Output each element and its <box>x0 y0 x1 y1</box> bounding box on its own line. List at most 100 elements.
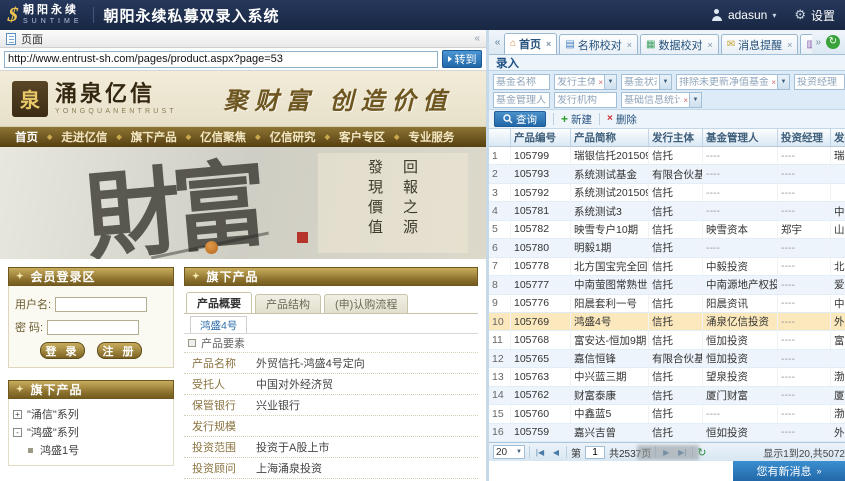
table-row[interactable]: 11105768富安达-恒加9期信托恒加投资----富安 <box>489 331 845 349</box>
site-nav-item[interactable]: 亿信研究 <box>261 129 325 145</box>
site-nav-item[interactable]: 客户专区 <box>330 129 394 145</box>
table-row[interactable]: 4105781系统测试3信托--------中融 <box>489 202 845 220</box>
table-row[interactable]: 1105799瑞银信托20150910信托--------瑞银 <box>489 147 845 165</box>
table-row[interactable]: 7105778北方国宝完全回报信托中毅投资----北方 <box>489 258 845 276</box>
user-menu[interactable]: adasun ▾ <box>711 8 776 22</box>
table-row[interactable]: 13105763中兴蓝三期信托望泉投资----渤海 <box>489 368 845 386</box>
table-cell: ---- <box>778 239 831 256</box>
product-section-label: 产品要素 <box>201 335 245 351</box>
tab-close-icon[interactable]: × <box>787 40 792 50</box>
dropdown-arrow-icon[interactable]: ▼ <box>604 75 616 89</box>
dropdown-arrow-icon: ▼ <box>516 449 522 455</box>
table-row[interactable]: 12105765嘉信恒锋有限合伙基金恒加投资---- <box>489 350 845 368</box>
embedded-website: 泉 涌泉亿信 YONGQUANENTRUST 聚财富 创造价值 首页◆走进亿信◆… <box>0 71 486 481</box>
table-row[interactable]: 9105776阳晨套利一号信托阳晨资讯----中信 <box>489 295 845 313</box>
tab-close-icon[interactable]: × <box>546 39 551 49</box>
filter-field[interactable] <box>494 77 549 88</box>
register-button[interactable]: 注 册 <box>97 342 142 359</box>
dropdown-arrow-icon[interactable]: ▼ <box>689 93 701 107</box>
filter-field[interactable] <box>622 77 659 88</box>
tab-item[interactable]: ⌂首页× <box>504 33 557 54</box>
username-input[interactable] <box>55 297 147 312</box>
table-row[interactable]: 15105760中鑫蓝5信托--------渤海 <box>489 405 845 423</box>
column-header[interactable]: 产品简称 <box>571 129 649 146</box>
product-tab[interactable]: 产品结构 <box>255 294 321 313</box>
query-button[interactable]: 查询 <box>494 111 546 127</box>
table-row[interactable]: 3105792系统测试20150909信托-------- <box>489 184 845 202</box>
products-tree: +"涌信"系列-"鸿盛"系列鸿盛1号 <box>8 399 174 466</box>
table-cell: 105793 <box>511 165 571 182</box>
site-nav-item[interactable]: 专业服务 <box>399 129 463 145</box>
prev-page-button[interactable]: ◀ <box>550 448 562 457</box>
site-nav-item[interactable]: 亿信聚焦 <box>191 129 255 145</box>
expand-icon[interactable]: + <box>13 410 22 419</box>
page-number-input[interactable] <box>585 446 605 459</box>
panel-footer: 您有新消息 » <box>489 461 845 481</box>
login-button[interactable]: 登 录 <box>40 342 85 359</box>
refresh-tabs-icon[interactable]: ↻ <box>826 35 840 49</box>
address-bar: 转到 <box>0 48 486 71</box>
filter-field[interactable] <box>555 95 616 106</box>
tab-close-icon[interactable]: × <box>627 40 632 50</box>
table-cell: 信托 <box>649 258 703 275</box>
new-message-button[interactable]: 您有新消息 » <box>733 461 845 481</box>
filter-field[interactable] <box>795 77 844 88</box>
site-nav-item[interactable]: 走进亿信 <box>52 129 116 145</box>
tab-close-icon[interactable]: × <box>707 40 712 50</box>
tab-overflow-icon[interactable]: » <box>815 37 821 48</box>
column-header[interactable]: 基金管理人 <box>703 129 778 146</box>
table-row[interactable]: 16105759嘉兴吉曾信托恒如投资----外贸 <box>489 424 845 442</box>
site-nav-item[interactable]: 首页 <box>6 129 47 145</box>
column-header[interactable] <box>489 129 511 146</box>
filter-combo: ×▼ <box>554 74 617 90</box>
filter-combo: ×▼ <box>621 92 702 108</box>
table-row[interactable]: 6105780明毅1期信托-------- <box>489 239 845 257</box>
create-button[interactable]: + 新建 <box>561 112 592 127</box>
table-cell: 瑞银信托20150910 <box>571 147 649 164</box>
site-nav-item[interactable]: 旗下产品 <box>122 129 186 145</box>
column-header[interactable]: 发行机构 <box>831 129 845 146</box>
settings-button[interactable]: ⚙ 设置 <box>794 7 835 24</box>
collapse-icon[interactable]: - <box>13 428 22 437</box>
collapse-left-icon[interactable]: « <box>474 33 480 44</box>
column-header[interactable]: 发行主体 <box>649 129 703 146</box>
product-tab[interactable]: 产品概要 <box>186 292 252 313</box>
tree-item[interactable]: +"涌信"系列 <box>13 405 169 423</box>
url-input[interactable] <box>4 51 438 68</box>
clear-icon[interactable]: × <box>597 78 604 87</box>
product-tab[interactable]: (申)认购流程 <box>324 294 408 313</box>
tab-item[interactable]: ▦数据校对× <box>640 34 719 54</box>
clear-icon[interactable]: × <box>770 78 777 87</box>
tab-item[interactable]: ✉消息提醒× <box>721 34 799 54</box>
tree-item[interactable]: -"鸿盛"系列 <box>13 423 169 441</box>
filter-field[interactable] <box>494 95 549 106</box>
column-header[interactable]: 投资经理 <box>778 129 831 146</box>
column-header[interactable]: 产品编号 <box>511 129 571 146</box>
product-subtab[interactable]: 鸿盛4号 <box>190 316 247 333</box>
ornament-icon: ✦ <box>192 271 201 282</box>
filter-field[interactable] <box>677 77 770 88</box>
clear-icon[interactable]: × <box>682 96 689 105</box>
tab-item[interactable]: ▥拟分信息统计× <box>800 34 812 54</box>
collapse-panel-icon[interactable]: « <box>491 37 504 48</box>
login-panel-header: ✦ 会员登录区 <box>8 267 174 286</box>
tab-item[interactable]: ▤名称校对× <box>559 34 638 54</box>
app-root: $ 朝阳永续 SUNTIME 朝阳永续私募双录入系统 adasun ▾ ⚙ 设置… <box>0 0 845 481</box>
table-row[interactable]: 5105782映雪专户10期信托映雪资本郑宇山东 <box>489 221 845 239</box>
dropdown-arrow-icon[interactable]: ▼ <box>659 75 671 89</box>
first-page-button[interactable]: |◀ <box>534 448 546 457</box>
site-slogan: 聚财富 创造价值 <box>203 81 474 116</box>
table-row[interactable]: 2105793系统测试基金有限合伙基金-------- <box>489 165 845 183</box>
delete-button[interactable]: × 删除 <box>607 112 637 127</box>
filter-field[interactable] <box>555 77 597 88</box>
filter-field[interactable] <box>622 95 682 106</box>
go-button[interactable]: 转到 <box>442 50 482 68</box>
tree-item[interactable]: 鸿盛1号 <box>26 441 169 459</box>
table-row[interactable]: 10105769鸿盛4号信托涌泉亿信投资----外贸 <box>489 313 845 331</box>
site-logo-icon: 泉 <box>12 81 48 117</box>
table-row[interactable]: 8105777中南萤图常熟世纪嘉城信托中南源地产权投资----爱建 <box>489 276 845 294</box>
password-input[interactable] <box>47 320 139 335</box>
dropdown-arrow-icon[interactable]: ▼ <box>777 75 789 89</box>
table-row[interactable]: 14105762财富泰康信托厦门财富----厦门 <box>489 387 845 405</box>
page-size-select[interactable]: 20 ▼ <box>493 445 525 459</box>
